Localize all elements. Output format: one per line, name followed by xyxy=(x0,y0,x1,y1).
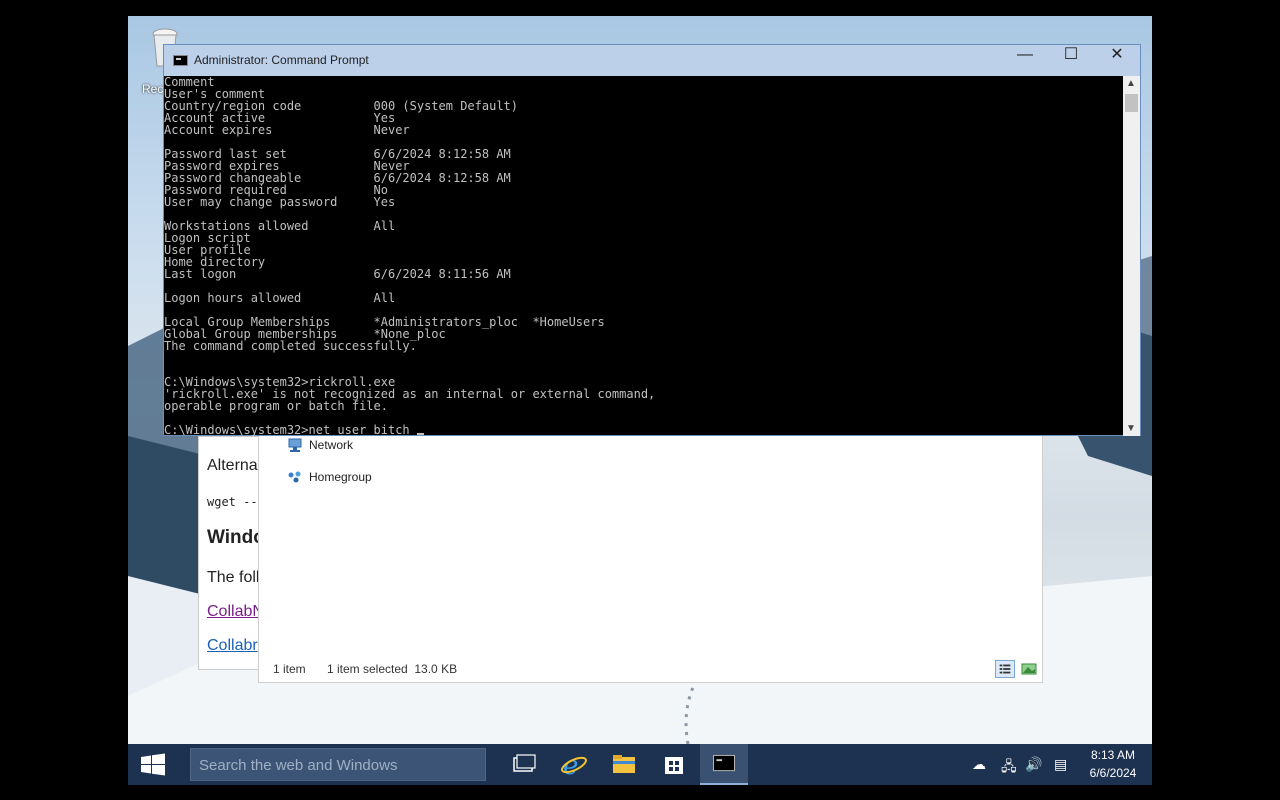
homegroup-icon xyxy=(288,471,301,483)
desktop: Recy Alterna wget -- Windo The foll Coll… xyxy=(128,16,1152,785)
minimize-button[interactable]: — xyxy=(1002,45,1048,67)
clock-time: 8:13 AM xyxy=(1090,748,1136,762)
scroll-up-icon[interactable]: ▲ xyxy=(1126,78,1136,89)
status-item-count: 1 item xyxy=(273,662,306,676)
file-explorer-icon[interactable] xyxy=(600,744,648,785)
status-bar: 1 item 1 item selected 13.0 KB xyxy=(259,656,1042,682)
scroll-thumb[interactable] xyxy=(1125,94,1138,112)
browser-link-collab-2[interactable]: Collabr xyxy=(207,637,258,655)
browser-heading: Windo xyxy=(207,527,265,548)
console-line: operable program or batch file. xyxy=(164,399,388,413)
console-line: Logon hours allowed All xyxy=(164,291,396,305)
command-prompt-taskbar-icon[interactable] xyxy=(700,744,748,785)
cmd-window-title: Administrator: Command Prompt xyxy=(194,53,369,67)
search-placeholder: Search the web and Windows xyxy=(199,757,398,774)
console-line: The command completed successfully. xyxy=(164,339,417,353)
taskbar-search-box[interactable]: Search the web and Windows xyxy=(190,748,486,781)
console-line: Comment xyxy=(164,76,215,89)
cmd-scrollbar[interactable]: ▲ ▼ xyxy=(1123,76,1140,436)
browser-paragraph: The foll xyxy=(207,569,260,586)
browser-code-wget: wget -- xyxy=(207,495,258,509)
clock-date: 6/6/2024 xyxy=(1089,766,1137,780)
taskbar: Search the web and Windows e ☁ 🖧 🔊 ▤ 8:1… xyxy=(128,744,1152,785)
internet-explorer-icon[interactable]: e xyxy=(550,744,598,785)
console-line: Last logon 6/6/2024 8:11:56 AM xyxy=(164,267,511,281)
windows-start-icon[interactable] xyxy=(128,744,178,785)
console-line: User profile xyxy=(164,243,251,257)
command-prompt-window[interactable]: Administrator: Command Prompt — ☐ ✕ Comm… xyxy=(163,44,1141,436)
nav-item-network-label: Network xyxy=(309,438,354,452)
taskbar-clock[interactable]: 8:13 AM 6/6/2024 xyxy=(1078,746,1148,782)
console-line: Account expires Never xyxy=(164,123,410,137)
cmd-app-icon xyxy=(173,55,188,66)
close-button[interactable]: ✕ xyxy=(1094,45,1140,67)
console-line: C:\Windows\system32>net user bitch xyxy=(164,424,1124,436)
browser-text-alternative: Alterna xyxy=(207,457,258,474)
cmd-console-output[interactable]: Comment User's comment Country/region code… xyxy=(164,76,1124,436)
onedrive-icon[interactable]: ☁ xyxy=(972,756,986,773)
volume-icon[interactable]: 🔊 xyxy=(1025,756,1042,773)
network-icon xyxy=(288,438,302,452)
scroll-down-icon[interactable]: ▼ xyxy=(1126,423,1136,434)
nav-item-homegroup[interactable]: Homegroup xyxy=(287,470,372,484)
nav-item-network[interactable]: Network xyxy=(287,438,353,452)
console-line: Logon script xyxy=(164,231,251,245)
task-view-icon[interactable] xyxy=(500,744,548,785)
network-tray-icon[interactable]: 🖧 xyxy=(1001,756,1017,780)
details-view-icon[interactable] xyxy=(995,660,1015,678)
nav-item-homegroup-label: Homegroup xyxy=(309,470,372,484)
svg-text:e: e xyxy=(563,751,578,781)
action-center-icon[interactable]: ▤ xyxy=(1054,756,1067,773)
text-cursor xyxy=(416,433,424,435)
status-selection: 1 item selected 13.0 KB xyxy=(327,662,458,676)
cmd-titlebar[interactable]: Administrator: Command Prompt — ☐ ✕ xyxy=(164,45,1140,76)
console-line: User may change password Yes xyxy=(164,195,396,209)
maximize-button[interactable]: ☐ xyxy=(1048,45,1094,67)
store-icon[interactable] xyxy=(650,744,698,785)
console-line: Workstations allowed All xyxy=(164,219,396,233)
large-icons-view-icon[interactable] xyxy=(1019,660,1039,678)
browser-link-collab-1[interactable]: CollabN xyxy=(207,603,264,621)
file-explorer-window[interactable]: Network Homegroup 1 item 1 item selected… xyxy=(258,421,1043,683)
